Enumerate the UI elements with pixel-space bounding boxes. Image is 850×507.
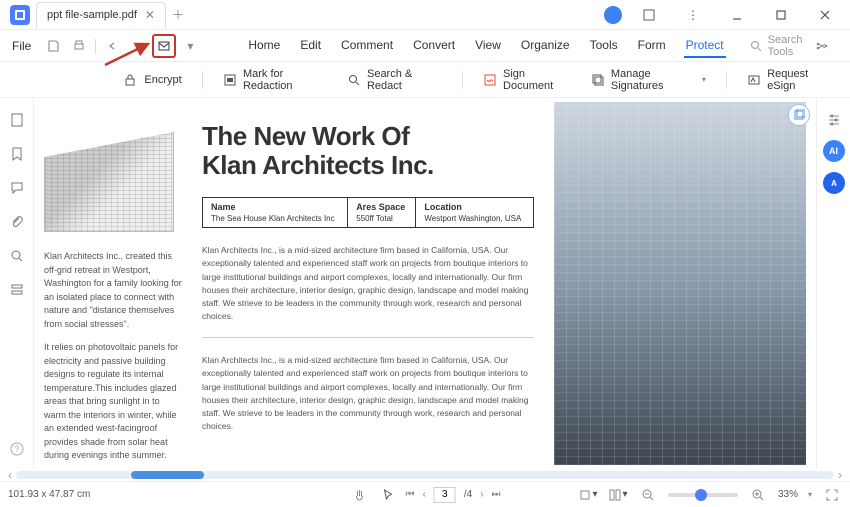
sign-icon: [483, 72, 497, 88]
scroll-track[interactable]: [16, 471, 834, 479]
tab-protect[interactable]: Protect: [684, 34, 726, 58]
scroll-thumb[interactable]: [131, 471, 205, 479]
protect-ribbon: Encrypt Mark for Redaction Search & Reda…: [0, 62, 850, 98]
comments-icon[interactable]: [7, 178, 27, 198]
redaction-icon: [223, 72, 237, 88]
search-redact-icon: [347, 72, 361, 88]
fields-icon[interactable]: [7, 280, 27, 300]
zoom-thumb[interactable]: [695, 489, 707, 501]
main-tabs: Home Edit Comment Convert View Organize …: [246, 34, 725, 58]
svg-text:?: ?: [14, 444, 19, 454]
page-content: Klan Architects Inc., created this off-g…: [44, 102, 806, 465]
app-logo: [10, 5, 30, 25]
mark-redaction-button[interactable]: Mark for Redaction: [223, 68, 327, 92]
side-paragraph-1: Klan Architects Inc., created this off-g…: [44, 250, 182, 331]
divider: [202, 337, 534, 338]
file-menu[interactable]: File: [6, 39, 37, 53]
body-paragraph-2: Klan Architects Inc., is a mid-sized arc…: [202, 354, 534, 433]
page-quick-action[interactable]: [788, 104, 810, 126]
last-page-icon[interactable]: ⏭: [492, 489, 501, 500]
quick-access-dropdown-icon[interactable]: ▾: [178, 34, 202, 58]
architecture-image-right: [554, 102, 806, 465]
tab-tools[interactable]: Tools: [588, 34, 620, 58]
search-panel-icon[interactable]: [7, 246, 27, 266]
share-icon[interactable]: [810, 34, 834, 58]
left-sidebar: ?: [0, 98, 34, 469]
redo-icon[interactable]: [126, 34, 150, 58]
notes-icon[interactable]: [632, 1, 666, 29]
tab-edit[interactable]: Edit: [298, 34, 323, 58]
manage-signatures-button[interactable]: Manage Signatures▾: [591, 68, 706, 92]
scroll-right-icon[interactable]: ›: [838, 468, 842, 482]
next-page-icon[interactable]: ›: [480, 489, 483, 500]
first-page-icon[interactable]: ⏮: [405, 489, 414, 500]
zoom-out-icon[interactable]: [638, 485, 658, 505]
search-tools[interactable]: Search Tools: [750, 34, 803, 58]
help-icon[interactable]: ?: [7, 439, 27, 459]
bookmarks-icon[interactable]: [7, 144, 27, 164]
right-sidebar: AI A: [816, 98, 850, 469]
page-total: /4: [464, 489, 472, 500]
more-icon[interactable]: ⋮: [676, 1, 710, 29]
architecture-image-left: [44, 132, 174, 232]
zoom-in-icon[interactable]: [748, 485, 768, 505]
esign-icon: [747, 72, 761, 88]
zoom-value: 33%: [778, 489, 798, 500]
signatures-icon: [591, 72, 605, 88]
user-avatar[interactable]: [604, 6, 622, 24]
quick-access: ▾: [41, 34, 202, 58]
attachments-icon[interactable]: [7, 212, 27, 232]
tab-comment[interactable]: Comment: [339, 34, 395, 58]
document-title: The New Work Of Klan Architects Inc.: [202, 122, 534, 179]
collapse-ribbon-icon[interactable]: [842, 34, 850, 58]
sign-document-button[interactable]: Sign Document: [483, 68, 571, 92]
svg-text:A: A: [831, 179, 837, 188]
page-number-input[interactable]: [434, 487, 456, 503]
document-viewport[interactable]: Klan Architects Inc., created this off-g…: [34, 98, 816, 469]
encrypt-button[interactable]: Encrypt: [122, 72, 181, 88]
fullscreen-icon[interactable]: [822, 485, 842, 505]
chevron-down-icon: ▾: [702, 75, 706, 84]
lock-icon: [122, 72, 138, 88]
tab-convert[interactable]: Convert: [411, 34, 457, 58]
close-button[interactable]: [808, 1, 842, 29]
side-paragraph-2: It relies on photovoltaic panels for ele…: [44, 341, 182, 463]
undo-icon[interactable]: [100, 34, 124, 58]
tab-title: ppt file-sample.pdf: [47, 9, 137, 21]
minimize-button[interactable]: [720, 1, 754, 29]
search-icon: [750, 40, 762, 52]
search-redact-button[interactable]: Search & Redact: [347, 68, 442, 92]
email-icon[interactable]: [152, 34, 176, 58]
new-tab-button[interactable]: ＋: [166, 3, 190, 27]
properties-icon[interactable]: [824, 110, 844, 130]
hand-tool-icon[interactable]: [349, 485, 369, 505]
view-mode-icon[interactable]: ▾: [608, 485, 628, 505]
maximize-button[interactable]: [764, 1, 798, 29]
statusbar: 101.93 x 47.87 cm ⏮ ‹ /4 › ⏭ ▾ ▾ 33%▾: [0, 481, 850, 507]
fit-width-icon[interactable]: ▾: [578, 485, 598, 505]
zoom-slider[interactable]: [668, 493, 738, 497]
info-table: NameThe Sea House Klan Architects Inc Ar…: [202, 197, 534, 228]
tab-form[interactable]: Form: [636, 34, 668, 58]
tab-close-icon[interactable]: ✕: [145, 8, 155, 22]
print-icon[interactable]: [67, 34, 91, 58]
titlebar: ppt file-sample.pdf ✕ ＋ ⋮: [0, 0, 850, 30]
select-tool-icon[interactable]: [377, 485, 397, 505]
horizontal-scroll: ‹ ›: [0, 469, 850, 481]
body-paragraph-1: Klan Architects Inc., is a mid-sized arc…: [202, 244, 534, 323]
save-icon[interactable]: [41, 34, 65, 58]
ai-assistant-icon[interactable]: AI: [823, 140, 845, 162]
tab-view[interactable]: View: [473, 34, 503, 58]
ai-translate-icon[interactable]: A: [823, 172, 845, 194]
tab-home[interactable]: Home: [246, 34, 282, 58]
prev-page-icon[interactable]: ‹: [422, 489, 425, 500]
scroll-left-icon[interactable]: ‹: [8, 468, 12, 482]
page-dimensions: 101.93 x 47.87 cm: [8, 489, 90, 500]
request-esign-button[interactable]: Request eSign: [747, 68, 832, 92]
search-placeholder: Search Tools: [768, 34, 803, 58]
tab-organize[interactable]: Organize: [519, 34, 572, 58]
document-tab[interactable]: ppt file-sample.pdf ✕: [36, 2, 166, 28]
thumbnails-icon[interactable]: [7, 110, 27, 130]
menubar: File ▾ Home Edit Comment Convert View Or…: [0, 30, 850, 62]
